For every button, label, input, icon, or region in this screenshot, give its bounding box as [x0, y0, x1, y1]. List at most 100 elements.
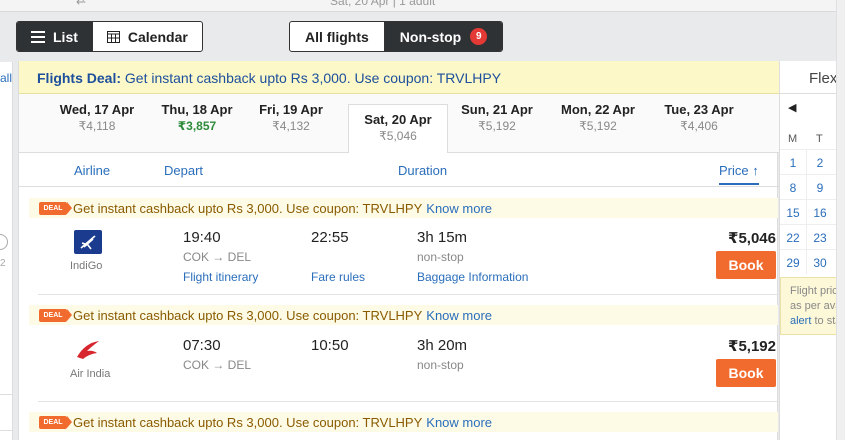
baggage-info-link[interactable]: Baggage Information: [417, 270, 528, 284]
air-india-logo: [74, 338, 102, 362]
rupee-icon: ₹: [728, 230, 739, 247]
filters-panel: all 2: [0, 62, 13, 440]
date-price: ₹4,118: [78, 119, 116, 133]
divider: [38, 401, 778, 402]
top-strip: ⇄ Sat, 20 Apr | 1 adult: [0, 0, 845, 12]
know-more-link[interactable]: Know more: [426, 415, 492, 430]
nonstop-count-badge: 9: [470, 28, 488, 45]
search-summary: Sat, 20 Apr | 1 adult: [330, 0, 436, 8]
calendar-view-label: Calendar: [127, 28, 188, 45]
deal-banner-text: Get instant cashback upto Rs 3,000. Use …: [124, 70, 502, 86]
duration: 3h 20m: [417, 337, 468, 354]
arrive-time: 10:50: [311, 337, 349, 354]
view-toggle: List Calendar: [16, 21, 203, 52]
sort-duration[interactable]: Duration: [398, 163, 447, 178]
fare: ₹5,192: [728, 337, 776, 355]
flight-deal-strip: DEAL Get instant cashback upto Rs 3,000.…: [29, 305, 778, 325]
calendar-day[interactable]: 23: [807, 226, 833, 250]
calendar-day[interactable]: 2: [807, 151, 833, 175]
deal-tag-icon: DEAL: [39, 415, 72, 429]
nonstop-label: Non-stop: [399, 28, 462, 45]
flight-result: Air India 07:30 COK → DEL 10:50 3h 20m n…: [38, 332, 778, 412]
book-button[interactable]: Book: [716, 359, 776, 387]
date-option[interactable]: Sun, 21 Apr ₹5,192: [447, 102, 547, 133]
list-view-button[interactable]: List: [17, 22, 92, 51]
nonstop-button[interactable]: Non-stop 9: [383, 22, 503, 51]
list-icon: [31, 30, 45, 43]
sort-price[interactable]: Price ↑: [719, 163, 759, 185]
date-price: ₹4,406: [680, 119, 718, 133]
calendar-icon: [106, 30, 120, 43]
fare: ₹5,046: [728, 229, 776, 247]
select-all-link[interactable]: all: [0, 71, 12, 85]
book-button[interactable]: Book: [716, 251, 776, 279]
know-more-link[interactable]: Know more: [426, 201, 492, 216]
depart-time: 07:30: [183, 337, 221, 354]
route: COK → DEL: [183, 250, 252, 264]
all-flights-button[interactable]: All flights: [290, 22, 384, 51]
flight-deal-strip: DEAL Get instant cashback upto Rs 3,000.…: [29, 412, 778, 432]
calendar-day[interactable]: 8: [780, 176, 806, 200]
date-option[interactable]: Thu, 18 Apr ₹3,857: [147, 102, 247, 133]
date-label: Thu, 18 Apr: [161, 102, 233, 117]
slider-handle[interactable]: [0, 234, 8, 250]
date-label: Wed, 17 Apr: [59, 102, 135, 117]
flight-itinerary-link[interactable]: Flight itinerary: [183, 270, 258, 284]
duration: 3h 15m: [417, 229, 468, 246]
weekday-label: T: [816, 133, 823, 145]
deal-tag-icon: DEAL: [39, 308, 72, 322]
deal-banner: Flights Deal: Get instant cashback upto …: [19, 61, 779, 94]
deal-text: Get instant cashback upto Rs 3,000. Use …: [73, 200, 423, 216]
slider-tick: 2: [0, 258, 6, 269]
rupee-icon: ₹: [728, 338, 739, 355]
date-option[interactable]: Fri, 19 Apr ₹4,132: [241, 102, 341, 133]
know-more-link[interactable]: Know more: [426, 308, 492, 323]
list-view-label: List: [53, 28, 78, 45]
date-strip: Wed, 17 Apr ₹4,118 Thu, 18 Apr ₹3,857 Fr…: [19, 94, 779, 153]
calendar-day[interactable]: 22: [780, 226, 806, 250]
arrive-time: 22:55: [311, 229, 349, 246]
divider: [0, 430, 13, 431]
date-label: Sat, 20 Apr: [364, 112, 432, 127]
calendar-day[interactable]: 1: [780, 151, 806, 175]
scrollbar[interactable]: [836, 0, 845, 440]
date-price: ₹4,132: [272, 119, 310, 133]
stop-filter: All flights Non-stop 9: [289, 21, 504, 52]
results-panel: Flights Deal: Get instant cashback upto …: [18, 61, 779, 440]
weekday-label: M: [788, 133, 798, 145]
calendar-day[interactable]: 30: [807, 251, 833, 275]
airline-name: Air India: [70, 368, 111, 380]
calendar-view-button[interactable]: Calendar: [91, 22, 202, 51]
date-option-selected[interactable]: Sat, 20 Apr ₹5,046: [348, 104, 448, 153]
sort-header: Airline Depart Duration Price ↑: [19, 154, 779, 187]
calendar-day[interactable]: 9: [807, 176, 833, 200]
flight-result: IndiGo 19:40 COK → DEL 22:55 3h 15m non-…: [38, 224, 778, 304]
calendar-day[interactable]: 29: [780, 251, 806, 275]
fare-amount: 5,046: [738, 230, 776, 247]
date-label: Fri, 19 Apr: [259, 102, 323, 117]
stops: non-stop: [417, 250, 464, 264]
prev-month-icon[interactable]: ◀: [788, 101, 796, 114]
fare-rules-link[interactable]: Fare rules: [311, 270, 365, 284]
date-label: Tue, 23 Apr: [664, 102, 734, 117]
deal-text: Get instant cashback upto Rs 3,000. Use …: [73, 414, 423, 430]
airline-name: IndiGo: [70, 260, 103, 272]
deal-banner-title: Flights Deal:: [37, 70, 122, 86]
date-option[interactable]: Mon, 22 Apr ₹5,192: [548, 102, 648, 133]
price-alert-link[interactable]: alert: [790, 315, 811, 327]
divider: [38, 294, 778, 295]
stops: non-stop: [417, 358, 464, 372]
flight-deal-strip: DEAL Get instant cashback upto Rs 3,000.…: [29, 198, 778, 218]
calendar-day[interactable]: 15: [780, 201, 806, 225]
date-label: Mon, 22 Apr: [561, 102, 635, 117]
swap-icon[interactable]: ⇄: [76, 0, 86, 7]
sort-airline[interactable]: Airline: [74, 163, 110, 178]
date-price: ₹5,192: [478, 119, 516, 133]
date-option[interactable]: Tue, 23 Apr ₹4,406: [649, 102, 749, 133]
calendar-day[interactable]: 16: [807, 201, 833, 225]
sort-depart[interactable]: Depart: [164, 163, 203, 178]
route: COK → DEL: [183, 358, 252, 372]
indigo-logo: [74, 230, 102, 254]
date-option[interactable]: Wed, 17 Apr ₹4,118: [47, 102, 147, 133]
deal-text: Get instant cashback upto Rs 3,000. Use …: [73, 307, 423, 323]
